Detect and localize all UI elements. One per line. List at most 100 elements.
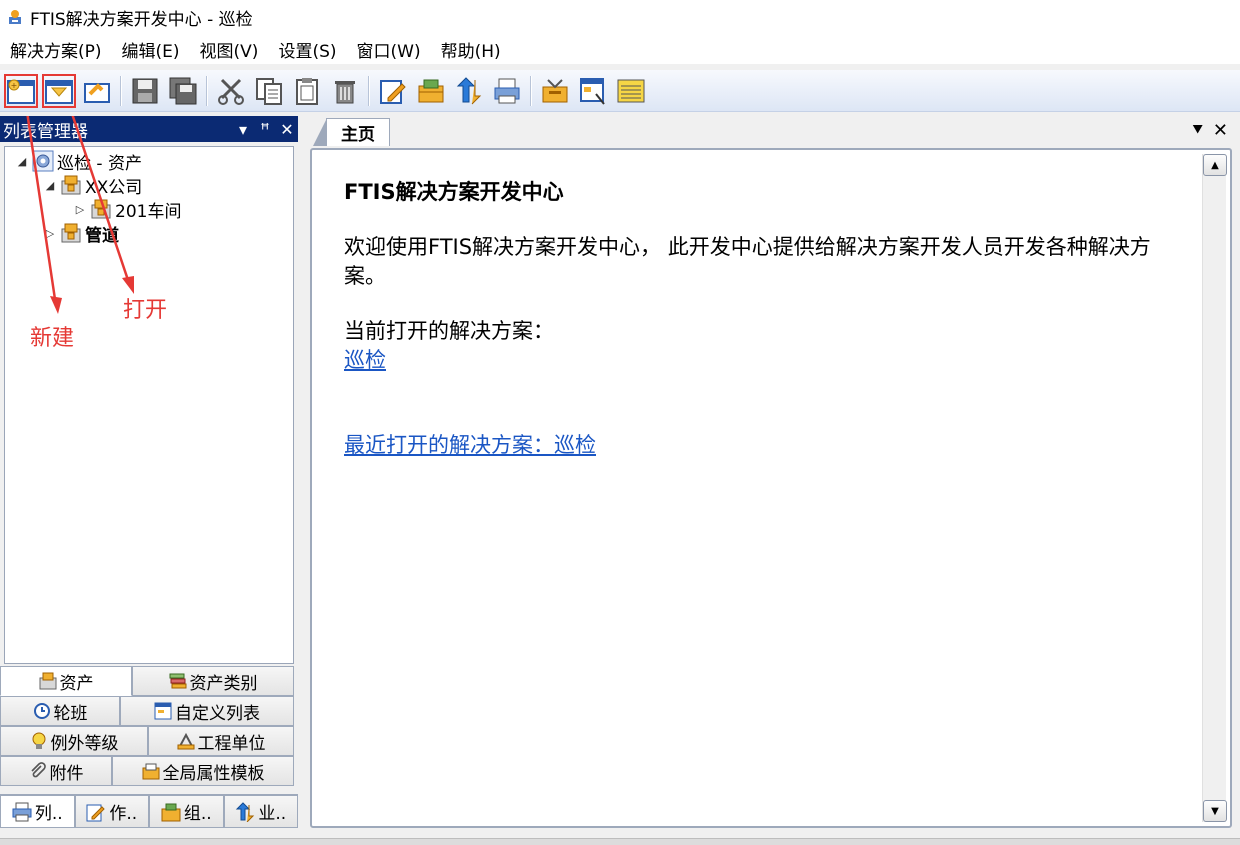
toolbar-separator (368, 75, 370, 106)
save-icon (132, 78, 158, 103)
film-icon (542, 78, 568, 102)
tab-shifts[interactable]: 轮班 (0, 696, 120, 726)
publish-icon (456, 76, 482, 104)
window-title: FTIS解决方案开发中心 - 巡检 (30, 9, 253, 30)
paste-button[interactable] (290, 74, 324, 108)
scroll-up-button[interactable]: ▲ (1203, 154, 1227, 176)
tab-label: 资产类别 (189, 673, 258, 694)
document-tabs: 主页 ⯆ ✕ (306, 116, 1234, 146)
menu-solution[interactable]: 解决方案(P) (0, 37, 112, 62)
annotation-open: 打开 (123, 298, 168, 323)
bottom-tab-jobs[interactable]: 作.. (74, 795, 149, 828)
tab-exception-levels[interactable]: 例外等级 (0, 726, 148, 756)
open-solution-icon (45, 79, 73, 104)
tab-asset-categories[interactable]: 资产类别 (132, 666, 294, 696)
bottom-tab-label: 业.. (258, 804, 287, 824)
delete-icon (335, 80, 355, 103)
package-icon (418, 79, 444, 102)
expand-arrow-icon[interactable]: ▷ (73, 203, 87, 216)
publish-button[interactable] (452, 74, 486, 108)
panel-close-icon[interactable]: ✕ (276, 120, 298, 139)
tree-label: XX公司 (85, 177, 143, 198)
save-button[interactable] (128, 74, 162, 108)
bottom-tab-business[interactable]: 业.. (223, 795, 298, 828)
tab-engineering-units[interactable]: 工程单位 (148, 726, 294, 756)
annotation-new: 新建 (30, 326, 75, 351)
menu-bar: 解决方案(P) 编辑(E) 视图(V) 设置(S) 窗口(W) 帮助(H) (0, 34, 1240, 64)
window-button[interactable] (576, 74, 610, 108)
clock-icon (33, 702, 51, 720)
tab-label: 例外等级 (50, 733, 119, 754)
bottom-tab-groups[interactable]: 组.. (149, 795, 224, 828)
new-solution-button[interactable]: + (4, 73, 38, 108)
document-controls: ⯆ ✕ (1191, 120, 1229, 141)
open-folder-icon (84, 82, 110, 103)
list-manager-panel: 列表管理器 ▾ ꟸ ✕ ◢ 巡检 - 资产 ◢ XX公司 ▷ 201车间 ▷ 管… (0, 116, 298, 828)
menu-help[interactable]: 帮助(H) (431, 37, 511, 62)
tab-attachments[interactable]: 附件 (0, 756, 112, 786)
bottom-tab-label: 作.. (109, 804, 138, 824)
menu-window[interactable]: 窗口(W) (347, 37, 431, 62)
menu-settings[interactable]: 设置(S) (268, 37, 346, 62)
vertical-scrollbar[interactable]: ▲ ▼ (1202, 154, 1227, 822)
tab-label: 轮班 (53, 703, 88, 724)
tab-assets[interactable]: 资产 (0, 666, 132, 696)
delete-button[interactable] (328, 74, 362, 108)
tab-custom-lists[interactable]: 自定义列表 (120, 696, 294, 726)
document-close-icon[interactable]: ✕ (1213, 120, 1228, 141)
menu-view[interactable]: 视图(V) (190, 37, 269, 62)
package-button[interactable] (414, 74, 448, 108)
tab-label: 自定义列表 (175, 703, 260, 724)
menu-edit[interactable]: 编辑(E) (112, 37, 190, 62)
panel-dropdown-icon[interactable]: ▾ (232, 120, 254, 139)
bottom-tab-label: 组.. (183, 804, 212, 824)
save-all-button[interactable] (166, 74, 200, 108)
expand-arrow-icon[interactable]: ▷ (43, 227, 57, 240)
cut-button[interactable] (214, 74, 248, 108)
open-folder-button[interactable] (80, 74, 114, 108)
save-all-icon (169, 77, 197, 104)
tree-label: 管道 (85, 225, 119, 246)
list-icon (154, 702, 172, 720)
tree-node-company[interactable]: ◢ XX公司 (43, 173, 143, 198)
notes-icon (617, 79, 645, 102)
home-content: FTIS解决方案开发中心 欢迎使用FTIS解决方案开发中心， 此开发中心提供给解… (344, 178, 1164, 460)
toolbar-separator (530, 75, 532, 106)
edit-button[interactable] (376, 74, 410, 108)
print-button[interactable] (490, 74, 524, 108)
copy-button[interactable] (252, 74, 286, 108)
asset-icon (39, 672, 57, 690)
tree-node-root[interactable]: ◢ 巡检 - 资产 (15, 149, 142, 174)
current-solution-link[interactable]: 巡检 (344, 346, 386, 375)
tab-label: 全局属性模板 (162, 763, 265, 784)
page-title: FTIS解决方案开发中心 (344, 180, 564, 204)
film-button[interactable] (538, 74, 572, 108)
document-menu-icon[interactable]: ⯆ (1191, 120, 1205, 141)
bottom-tab-lists[interactable]: 列.. (0, 795, 75, 828)
asset-icon (60, 174, 82, 196)
title-bar: FTIS解决方案开发中心 - 巡检 (0, 0, 1240, 34)
home-page: FTIS解决方案开发中心 欢迎使用FTIS解决方案开发中心， 此开发中心提供给解… (310, 148, 1232, 828)
tree-node-workshop[interactable]: ▷ 201车间 (73, 197, 181, 222)
recent-solution-link[interactable]: 最近打开的解决方案：巡检 (344, 431, 596, 460)
tree-node-pipeline[interactable]: ▷ 管道 (43, 221, 119, 246)
lightbulb-icon (30, 732, 48, 750)
scroll-down-button[interactable]: ▼ (1203, 800, 1227, 822)
current-solution-label: 当前打开的解决方案： (344, 319, 554, 343)
collapse-arrow-icon[interactable]: ◢ (43, 179, 57, 192)
edit-icon (380, 79, 406, 104)
notes-button[interactable] (614, 74, 648, 108)
tab-global-attribute-templates[interactable]: 全局属性模板 (112, 756, 294, 786)
panel-tab-grid: 资产 资产类别 轮班 自定义列表 例外等级 工程单位 附件 全局属性模板 (0, 666, 298, 786)
open-solution-button[interactable] (42, 73, 76, 108)
asset-icon (60, 222, 82, 244)
document-area: 主页 ⯆ ✕ FTIS解决方案开发中心 欢迎使用FTIS解决方案开发中心， 此开… (306, 116, 1234, 828)
print-icon (494, 78, 520, 103)
panel-bottom-tabs: 列.. 作.. 组.. 业.. (0, 794, 298, 828)
panel-pin-icon[interactable]: ꟸ (254, 120, 276, 139)
tab-label: 资产 (59, 673, 94, 694)
publish-icon (235, 801, 255, 822)
tab-home[interactable]: 主页 (313, 118, 390, 146)
list-manager-header: 列表管理器 ▾ ꟸ ✕ (0, 116, 298, 142)
collapse-arrow-icon[interactable]: ◢ (15, 155, 29, 168)
